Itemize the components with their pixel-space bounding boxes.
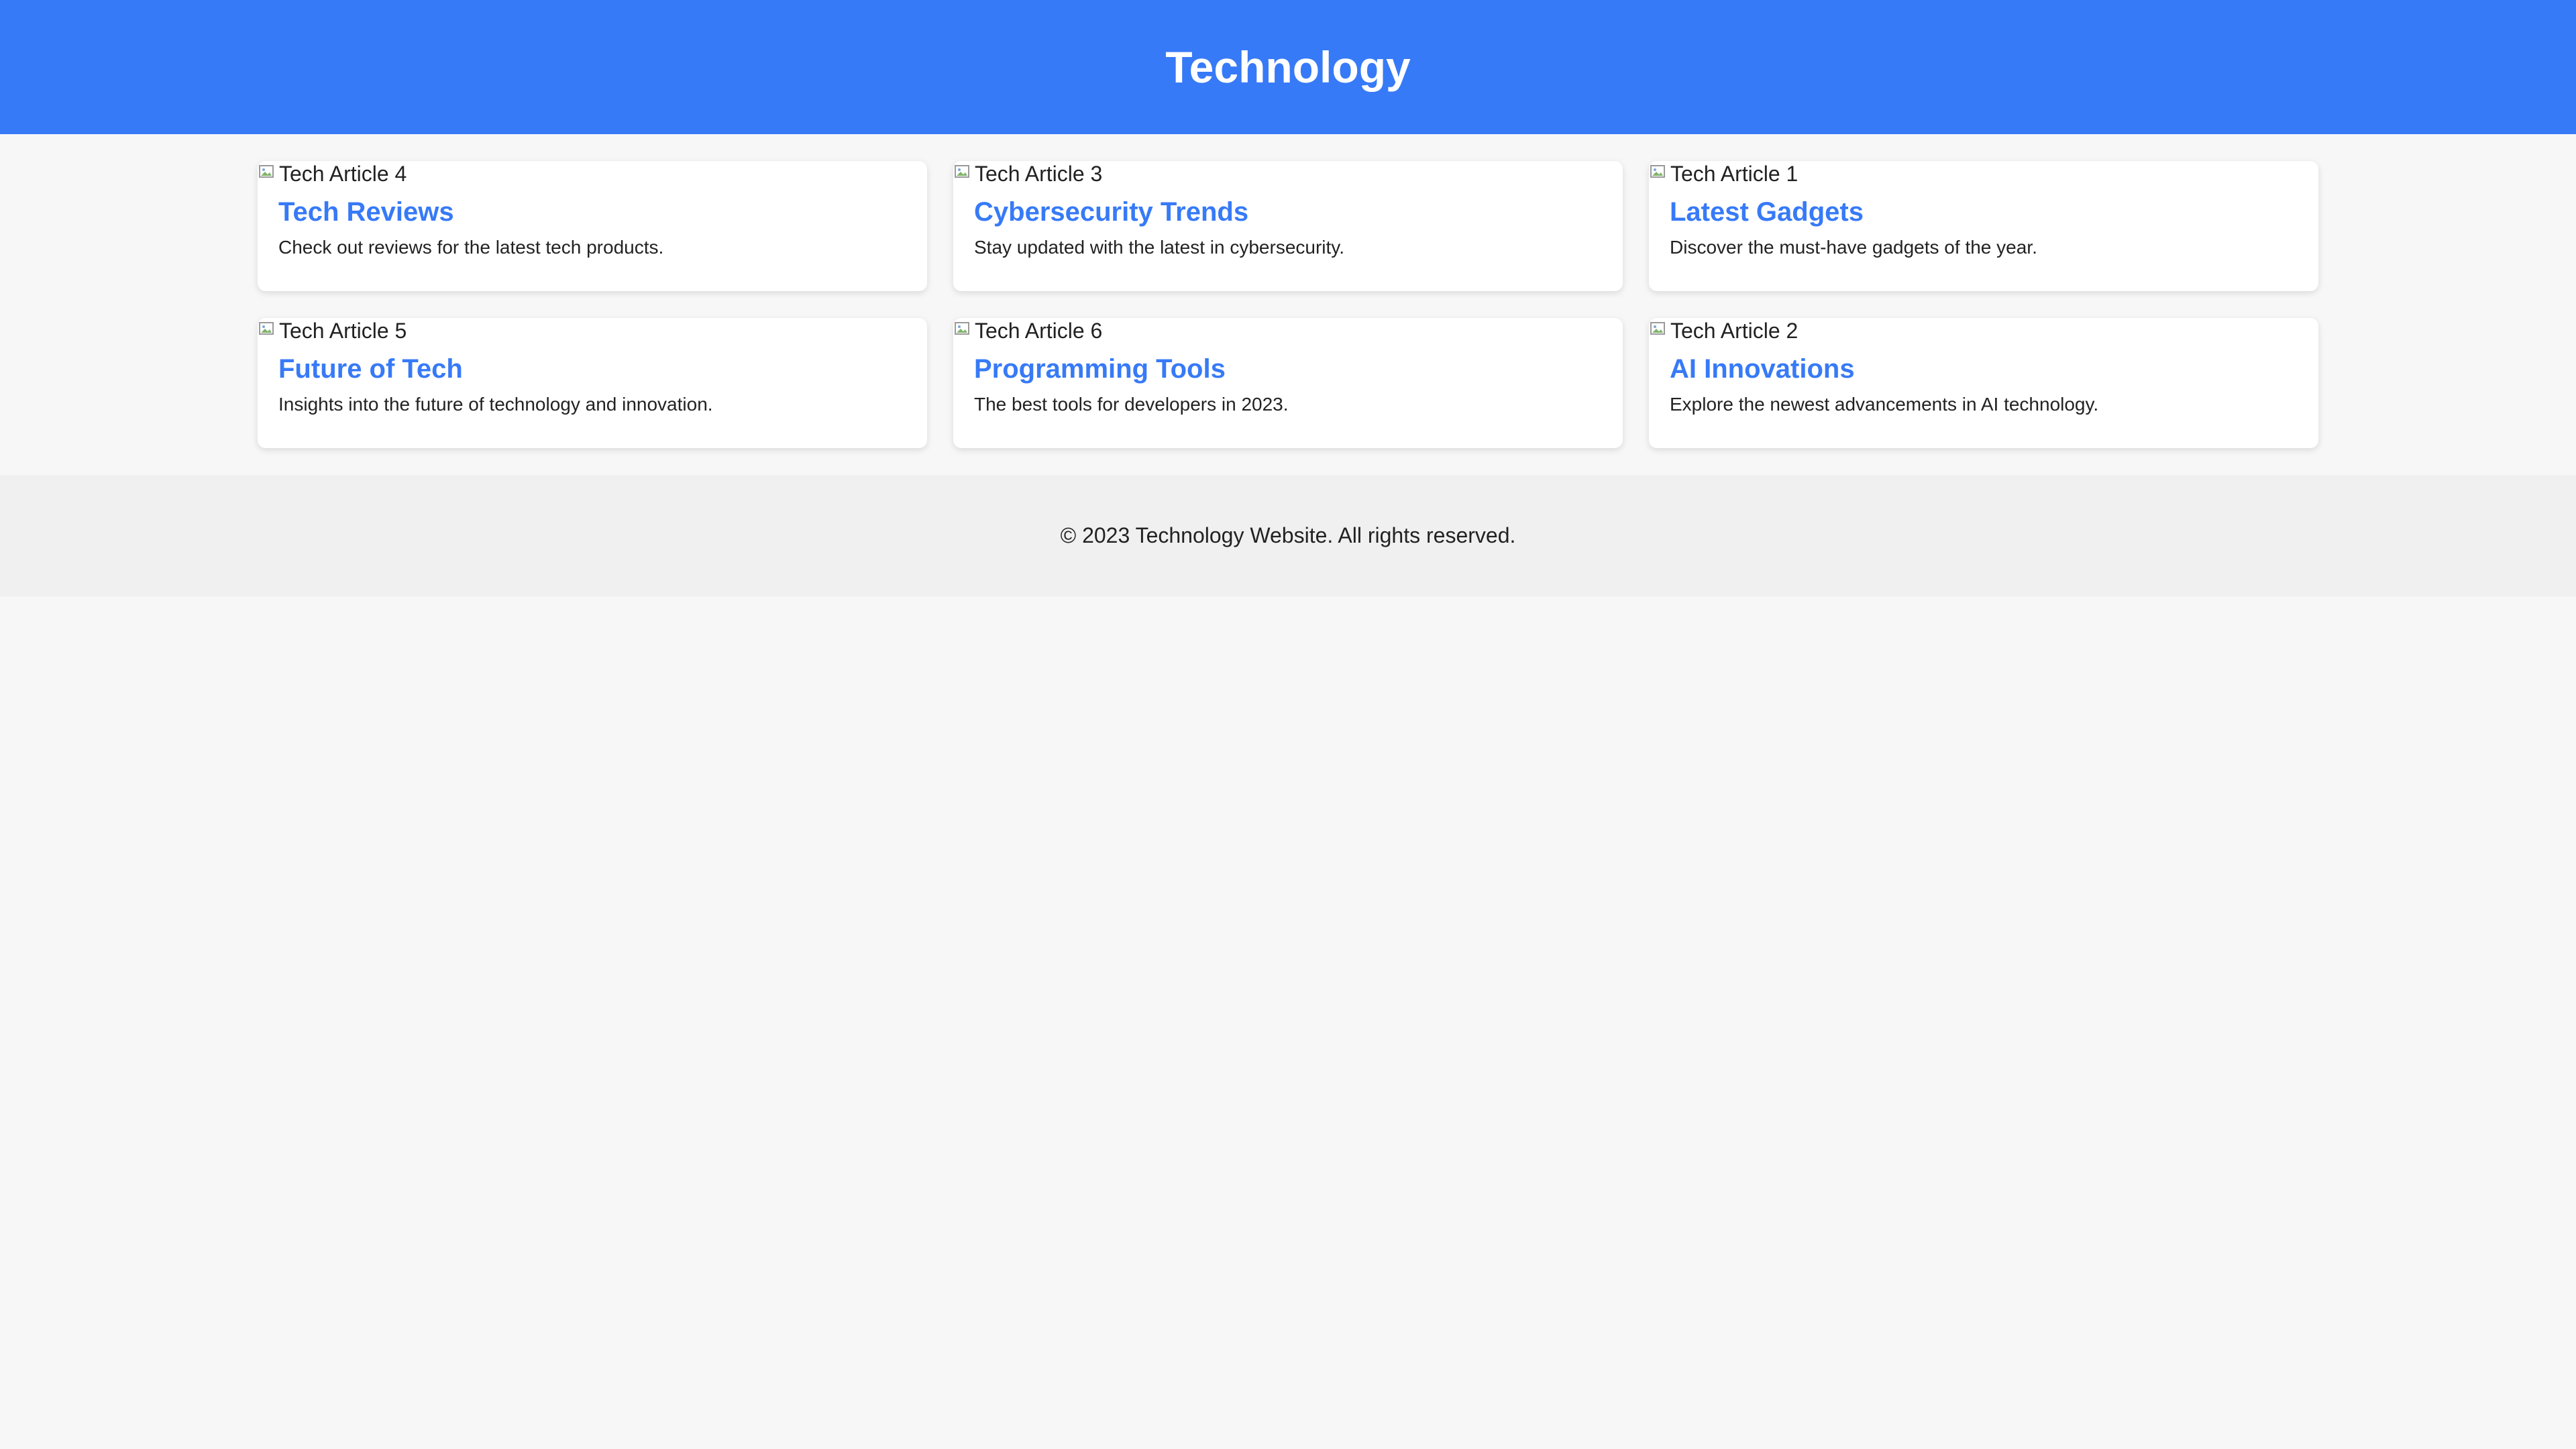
article-image-alt: Tech Article 5 bbox=[279, 319, 407, 343]
article-card[interactable]: Tech Article 4 Tech Reviews Check out re… bbox=[258, 161, 927, 291]
broken-image-icon bbox=[1649, 163, 1670, 184]
article-description: The best tools for developers in 2023. bbox=[974, 394, 1289, 415]
article-description: Discover the must-have gadgets of the ye… bbox=[1670, 237, 2037, 258]
article-card[interactable]: Tech Article 3 Cybersecurity Trends Stay… bbox=[953, 161, 1623, 291]
article-description: Stay updated with the latest in cybersec… bbox=[974, 237, 1344, 258]
article-title-link[interactable]: Latest Gadgets bbox=[1670, 196, 2298, 228]
article-image-alt: Tech Article 4 bbox=[279, 162, 407, 186]
article-body: AI Innovations Explore the newest advanc… bbox=[1649, 343, 2318, 416]
article-title-link[interactable]: AI Innovations bbox=[1670, 353, 2298, 385]
article-image: Tech Article 3 bbox=[953, 161, 1623, 186]
article-image: Tech Article 6 bbox=[953, 318, 1623, 343]
article-image: Tech Article 4 bbox=[258, 161, 927, 186]
article-image-alt: Tech Article 2 bbox=[1670, 319, 1799, 343]
broken-image-icon bbox=[258, 163, 279, 184]
site-header: Technology bbox=[0, 0, 2576, 134]
article-body: Future of Tech Insights into the future … bbox=[258, 343, 927, 416]
page-title: Technology bbox=[1165, 42, 1411, 92]
article-card[interactable]: Tech Article 1 Latest Gadgets Discover t… bbox=[1649, 161, 2318, 291]
article-title-link[interactable]: Programming Tools bbox=[974, 353, 1602, 385]
article-description: Insights into the future of technology a… bbox=[278, 394, 713, 415]
site-footer: © 2023 Technology Website. All rights re… bbox=[0, 475, 2576, 596]
article-image-alt: Tech Article 1 bbox=[1670, 162, 1799, 186]
article-card[interactable]: Tech Article 5 Future of Tech Insights i… bbox=[258, 318, 927, 448]
article-body: Cybersecurity Trends Stay updated with t… bbox=[953, 186, 1623, 259]
article-title-link[interactable]: Cybersecurity Trends bbox=[974, 196, 1602, 228]
article-body: Programming Tools The best tools for dev… bbox=[953, 343, 1623, 416]
article-image: Tech Article 2 bbox=[1649, 318, 2318, 343]
article-title-link[interactable]: Future of Tech bbox=[278, 353, 906, 385]
broken-image-icon bbox=[258, 320, 279, 341]
article-description: Check out reviews for the latest tech pr… bbox=[278, 237, 664, 258]
article-card[interactable]: Tech Article 6 Programming Tools The bes… bbox=[953, 318, 1623, 448]
broken-image-icon bbox=[1649, 320, 1670, 341]
article-image: Tech Article 5 bbox=[258, 318, 927, 343]
article-grid: Tech Article 4 Tech Reviews Check out re… bbox=[258, 161, 2318, 448]
article-image: Tech Article 1 bbox=[1649, 161, 2318, 186]
broken-image-icon bbox=[953, 320, 975, 341]
article-body: Latest Gadgets Discover the must-have ga… bbox=[1649, 186, 2318, 259]
broken-image-icon bbox=[953, 163, 975, 184]
article-title-link[interactable]: Tech Reviews bbox=[278, 196, 906, 228]
article-card[interactable]: Tech Article 2 AI Innovations Explore th… bbox=[1649, 318, 2318, 448]
copyright-text: © 2023 Technology Website. All rights re… bbox=[1060, 523, 1516, 547]
article-description: Explore the newest advancements in AI te… bbox=[1670, 394, 2099, 415]
article-image-alt: Tech Article 3 bbox=[975, 162, 1103, 186]
article-body: Tech Reviews Check out reviews for the l… bbox=[258, 186, 927, 259]
article-image-alt: Tech Article 6 bbox=[975, 319, 1103, 343]
